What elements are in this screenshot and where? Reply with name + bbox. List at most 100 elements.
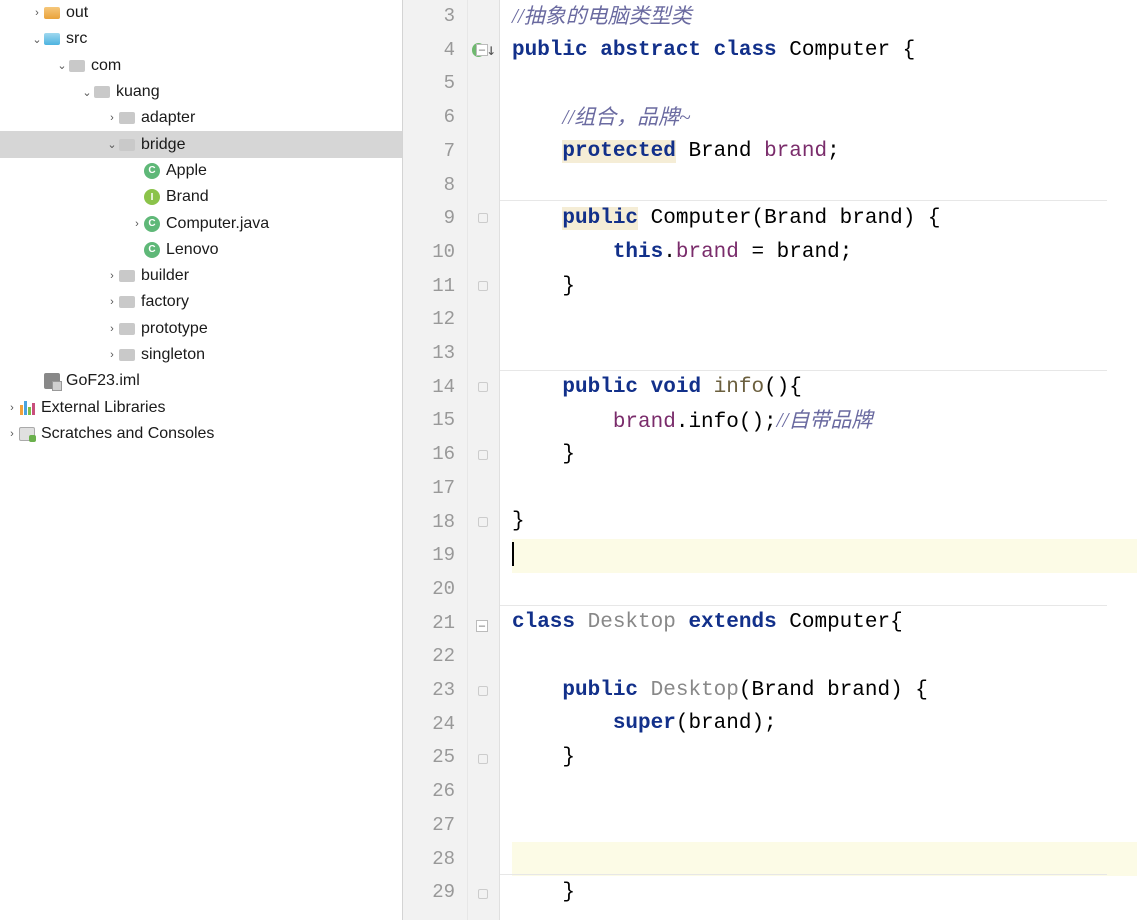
code-line[interactable]: public Desktop(Brand brand) { bbox=[512, 674, 1137, 708]
tree-item-brand[interactable]: · I Brand bbox=[0, 184, 402, 210]
line-number: 7 bbox=[403, 135, 455, 169]
code-area[interactable]: //抽象的电脑类型类 public abstract class Compute… bbox=[500, 0, 1137, 920]
code-line[interactable] bbox=[512, 472, 1137, 506]
code-line[interactable]: public abstract class Computer { bbox=[512, 34, 1137, 68]
collapse-arrow-icon[interactable]: ⌄ bbox=[105, 138, 119, 151]
code-line[interactable] bbox=[512, 168, 1137, 202]
tree-label: prototype bbox=[141, 320, 208, 338]
collapse-arrow-icon[interactable]: ⌄ bbox=[55, 59, 69, 72]
tree-item-adapter[interactable]: › adapter bbox=[0, 105, 402, 131]
tree-item-bridge[interactable]: ⌄ bridge bbox=[0, 131, 402, 157]
project-tree[interactable]: › out ⌄ src ⌄ com ⌄ bbox=[0, 0, 402, 447]
tree-item-lenovo[interactable]: · C Lenovo bbox=[0, 237, 402, 263]
code-line[interactable]: } bbox=[512, 438, 1137, 472]
tree-label: Brand bbox=[166, 188, 209, 206]
expand-arrow-icon[interactable]: › bbox=[105, 349, 119, 361]
code-line-current[interactable] bbox=[512, 539, 1137, 573]
expand-arrow-icon[interactable]: › bbox=[5, 428, 19, 440]
expand-arrow-icon[interactable]: › bbox=[130, 218, 144, 230]
code-line[interactable]: protected Brand brand; bbox=[512, 135, 1137, 169]
tree-item-apple[interactable]: · C Apple bbox=[0, 158, 402, 184]
code-line[interactable]: //组合，品牌~ bbox=[512, 101, 1137, 135]
line-number: 12 bbox=[403, 303, 455, 337]
line-number: 28 bbox=[403, 843, 455, 877]
tree-item-prototype[interactable]: › prototype bbox=[0, 316, 402, 342]
tree-item-com[interactable]: ⌄ com bbox=[0, 53, 402, 79]
expand-arrow-icon[interactable]: › bbox=[105, 323, 119, 335]
tree-label: bridge bbox=[141, 136, 185, 154]
project-sidebar[interactable]: › out ⌄ src ⌄ com ⌄ bbox=[0, 0, 403, 920]
code-line[interactable] bbox=[512, 775, 1137, 809]
code-line[interactable] bbox=[512, 303, 1137, 337]
line-number: 20 bbox=[403, 573, 455, 607]
fold-region-icon[interactable] bbox=[478, 281, 488, 291]
code-line[interactable]: this.brand = brand; bbox=[512, 236, 1137, 270]
fold-region-icon[interactable] bbox=[478, 754, 488, 764]
tree-item-iml[interactable]: · GoF23.iml bbox=[0, 368, 402, 394]
tree-label: External Libraries bbox=[41, 399, 166, 417]
line-number: 15 bbox=[403, 404, 455, 438]
tree-label: src bbox=[66, 30, 87, 48]
tree-item-factory[interactable]: › factory bbox=[0, 289, 402, 315]
code-line[interactable]: } bbox=[512, 741, 1137, 775]
tree-label: factory bbox=[141, 293, 189, 311]
tree-item-external-libraries[interactable]: › External Libraries bbox=[0, 394, 402, 420]
fold-toggle-icon[interactable]: − bbox=[476, 44, 488, 56]
line-number: 11 bbox=[403, 270, 455, 304]
line-number-gutter: 3 4 5 6 7 8 9 10 11 12 13 14 15 16 17 18… bbox=[403, 0, 468, 920]
fold-region-icon[interactable] bbox=[478, 517, 488, 527]
tree-item-src[interactable]: ⌄ src bbox=[0, 26, 402, 52]
code-editor[interactable]: 3 4 5 6 7 8 9 10 11 12 13 14 15 16 17 18… bbox=[403, 0, 1137, 920]
tree-label: Computer.java bbox=[166, 215, 269, 233]
fold-region-icon[interactable] bbox=[478, 213, 488, 223]
expand-arrow-icon[interactable]: › bbox=[5, 402, 19, 414]
line-number: 24 bbox=[403, 708, 455, 742]
line-number: 13 bbox=[403, 337, 455, 371]
fold-region-icon[interactable] bbox=[478, 382, 488, 392]
tree-item-singleton[interactable]: › singleton bbox=[0, 342, 402, 368]
code-line[interactable]: class Desktop extends Computer{ bbox=[512, 606, 1137, 640]
line-number: 18 bbox=[403, 506, 455, 540]
fold-region-icon[interactable] bbox=[478, 889, 488, 899]
code-line[interactable] bbox=[512, 67, 1137, 101]
expand-arrow-icon[interactable]: › bbox=[30, 7, 44, 19]
code-line[interactable] bbox=[512, 842, 1137, 876]
tree-item-kuang[interactable]: ⌄ kuang bbox=[0, 79, 402, 105]
collapse-arrow-icon[interactable]: ⌄ bbox=[30, 33, 44, 46]
libraries-icon bbox=[19, 400, 35, 416]
text-cursor bbox=[512, 542, 514, 566]
code-line[interactable] bbox=[512, 337, 1137, 371]
code-line[interactable]: public Computer(Brand brand) { bbox=[512, 202, 1137, 236]
line-number: 23 bbox=[403, 674, 455, 708]
ide-root: › out ⌄ src ⌄ com ⌄ bbox=[0, 0, 1137, 920]
code-line[interactable]: } bbox=[512, 270, 1137, 304]
line-number: 17 bbox=[403, 472, 455, 506]
tree-item-scratches[interactable]: › Scratches and Consoles bbox=[0, 421, 402, 447]
code-line[interactable]: } bbox=[512, 505, 1137, 539]
expand-arrow-icon[interactable]: › bbox=[105, 296, 119, 308]
expand-arrow-icon[interactable]: › bbox=[105, 112, 119, 124]
tree-item-computer[interactable]: › C Computer.java bbox=[0, 210, 402, 236]
collapse-arrow-icon[interactable]: ⌄ bbox=[80, 86, 94, 99]
expand-arrow-icon[interactable]: › bbox=[105, 270, 119, 282]
code-line[interactable]: } bbox=[512, 876, 1137, 910]
line-number: 14 bbox=[403, 371, 455, 405]
module-file-icon bbox=[44, 373, 60, 389]
code-line[interactable]: //抽象的电脑类型类 bbox=[512, 0, 1137, 34]
package-icon bbox=[119, 321, 135, 337]
code-line[interactable]: super(brand); bbox=[512, 707, 1137, 741]
editor-icon-gutter[interactable]: O↓ − − bbox=[468, 0, 500, 920]
fold-region-icon[interactable] bbox=[478, 686, 488, 696]
line-number: 3 bbox=[403, 0, 455, 34]
code-line[interactable] bbox=[512, 809, 1137, 843]
code-line[interactable] bbox=[512, 573, 1137, 607]
line-number: 27 bbox=[403, 809, 455, 843]
fold-region-icon[interactable] bbox=[478, 450, 488, 460]
class-icon: C bbox=[144, 216, 160, 232]
code-line[interactable]: public void info(){ bbox=[512, 371, 1137, 405]
tree-item-out[interactable]: › out bbox=[0, 0, 402, 26]
fold-toggle-icon[interactable]: − bbox=[476, 620, 488, 632]
code-line[interactable]: brand.info();//自带品牌 bbox=[512, 404, 1137, 438]
code-line[interactable] bbox=[512, 640, 1137, 674]
tree-item-builder[interactable]: › builder bbox=[0, 263, 402, 289]
